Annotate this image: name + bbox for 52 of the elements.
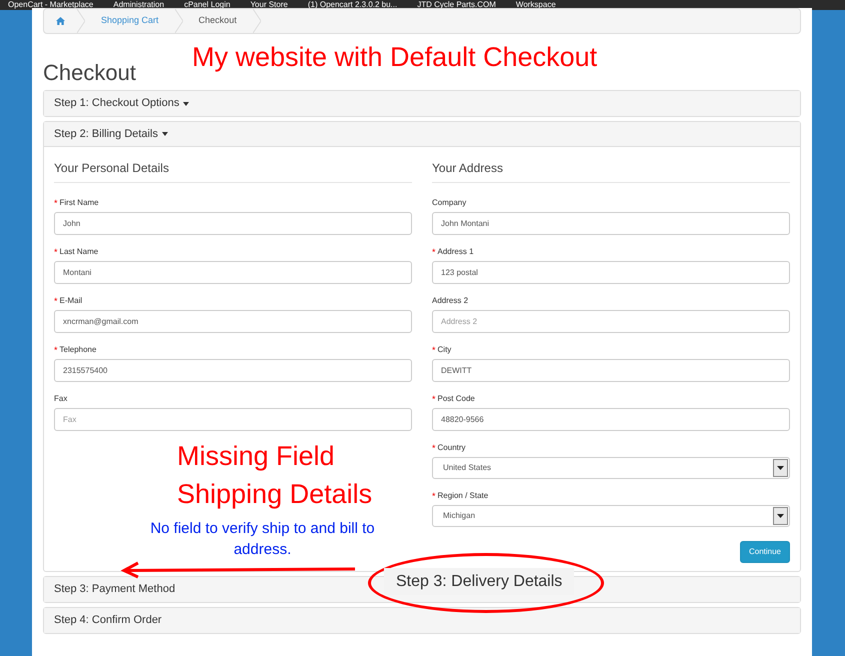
step-header[interactable]: Step 4: Confirm Order [44,608,800,633]
field-label: Address 1 [438,246,474,258]
field-label: Address 2 [432,295,468,307]
required-asterisk: * [54,198,58,208]
bookmark-link[interactable]: Administration [113,1,164,9]
input-field[interactable]: DEWITT [432,359,790,382]
field-label: Company [432,197,466,209]
field-label: E-Mail [60,295,82,307]
home-icon[interactable] [56,17,65,25]
bookmark-link[interactable]: Your Store [250,1,288,9]
required-asterisk: * [432,248,436,256]
required-asterisk: * [432,444,436,452]
input-field[interactable]: xncrman@gmail.com [54,310,412,333]
bookmark-link[interactable]: JTD Cycle Parts.COM [417,1,496,9]
input-field[interactable]: Address 2 [432,310,790,333]
section-heading: Your Personal Details [54,159,412,183]
annotation-note: No field to verify ship to and bill to address. [149,519,376,560]
step-header[interactable]: Step 1: Checkout Options [44,91,800,116]
bookmark-link[interactable]: Workspace [516,1,556,9]
required-asterisk: * [432,346,436,354]
input-field[interactable]: 48820-9566 [432,408,790,431]
page-title: Checkout [43,62,137,84]
dropdown-field[interactable]: United States [432,457,790,479]
input-field[interactable]: John [54,212,412,235]
dropdown-field[interactable]: Michigan [432,505,790,527]
input-field[interactable]: 2315575400 [54,359,412,382]
field-label: City [438,344,452,356]
annotation-title: My website with Default Checkout [192,44,598,71]
bookmark-link[interactable]: (1) Opencart 2.3.0.2 bu... [308,1,398,9]
step-header[interactable]: Step 2: Billing Details [44,122,800,147]
field-label: Country [438,442,466,454]
annotation-text: Shipping Details [177,481,372,508]
input-field[interactable]: Fax [54,408,412,431]
breadcrumb-current: Checkout [198,14,238,28]
bookmark-link[interactable]: cPanel Login [184,1,230,9]
input-field[interactable]: John Montani [432,212,790,235]
required-asterisk: * [432,492,436,500]
required-asterisk: * [54,346,58,354]
field-label: First Name [60,197,99,209]
required-asterisk: * [432,394,436,404]
section-heading: Your Address [432,159,790,183]
field-label: Fax [54,393,68,405]
bookmark-link[interactable]: OpenCart - Marketplace [8,1,94,9]
required-asterisk: * [54,248,58,256]
required-asterisk: * [54,296,58,306]
field-label: Region / State [438,490,488,502]
field-label: Telephone [60,344,96,356]
field-label: Last Name [60,246,98,258]
field-label: Post Code [438,393,475,405]
input-field[interactable]: 123 postal [432,261,790,284]
annotation-text: Missing Field [177,443,335,470]
input-field[interactable]: Montani [54,261,412,284]
